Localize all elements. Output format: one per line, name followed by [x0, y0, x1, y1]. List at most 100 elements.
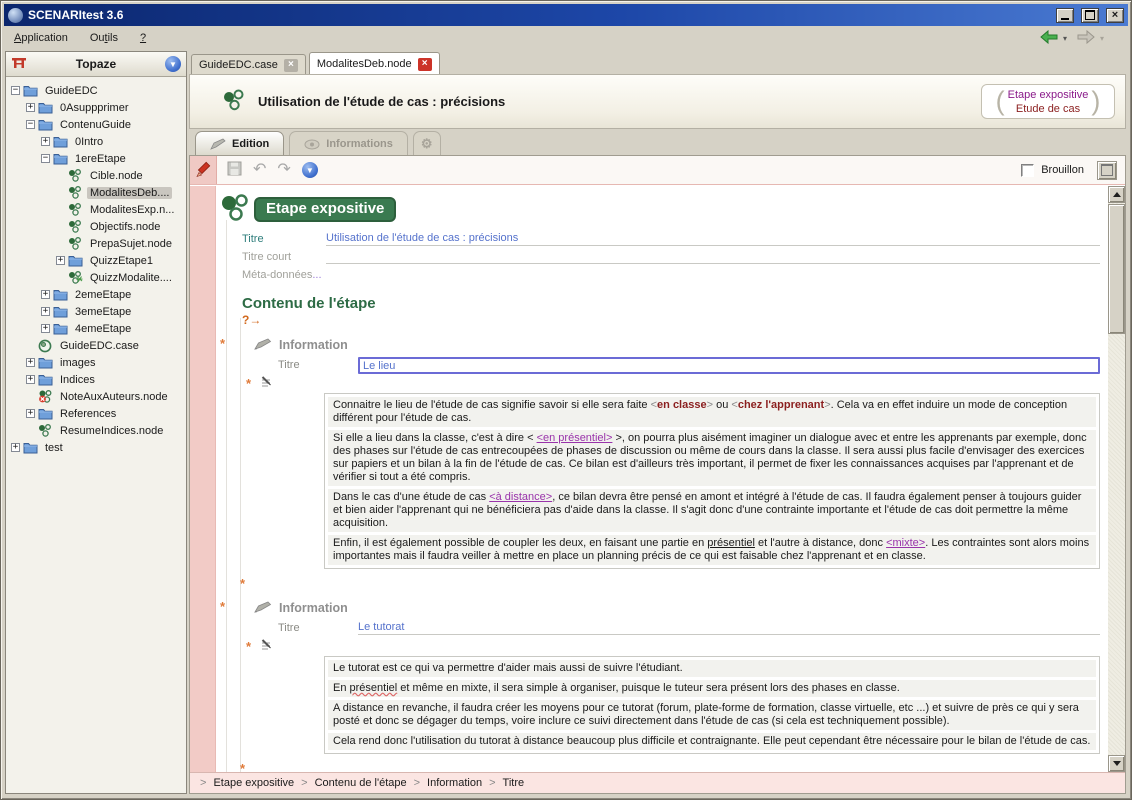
tree-item-quizzmodalite[interactable]: QuizzModalite....	[6, 269, 186, 286]
tree-item-modalitesexp-n[interactable]: ModalitesExp.n...	[6, 201, 186, 218]
tree-item-indices[interactable]: +Indices	[6, 371, 186, 388]
save-button[interactable]	[227, 161, 242, 179]
info-title-row: TitreLe lieu	[278, 355, 1100, 375]
text-segment: En	[333, 682, 350, 694]
tree-expander-icon[interactable]: +	[11, 443, 20, 452]
badge-paren-open: (	[996, 86, 1005, 117]
tree-item-quizzetape1[interactable]: +QuizzEtape1	[6, 252, 186, 269]
tree-item-0asuppprimer[interactable]: +0Asuppprimer	[6, 99, 186, 116]
insert-asterisk-icon[interactable]: *	[240, 576, 1108, 591]
tab-edition[interactable]: Edition	[195, 131, 284, 156]
tree-item-2emeetape[interactable]: +2emeEtape	[6, 286, 186, 303]
info-title-field[interactable]: Le tutorat	[358, 621, 1100, 635]
content-icon-row: *	[246, 375, 1108, 392]
insert-asterisk-icon[interactable]: *	[240, 761, 1108, 772]
forward-button[interactable]	[1077, 30, 1095, 47]
doc-tab-modalitesdeb-node[interactable]: ModalitesDeb.node×	[309, 52, 440, 75]
node-icon	[68, 186, 84, 200]
breadcrumb-item-titre[interactable]: Titre	[503, 777, 525, 789]
node-icon	[68, 203, 84, 217]
tab-settings[interactable]: ⚙	[413, 131, 441, 156]
tree-expander-icon[interactable]: +	[56, 256, 65, 265]
scroll-up-button[interactable]	[1108, 186, 1125, 203]
tree-expander-icon[interactable]: +	[41, 307, 50, 316]
field-titre-value[interactable]: Utilisation de l'étude de cas : précisio…	[326, 232, 1100, 246]
text-segment: A distance en revanche, il faudra créer …	[333, 702, 1079, 727]
info-title-field[interactable]: Le lieu	[358, 357, 1100, 374]
red-pencil-icon	[194, 161, 212, 179]
tree-item-3emeetape[interactable]: +3emeEtape	[6, 303, 186, 320]
back-dropdown-icon[interactable]: ▾	[1063, 34, 1067, 43]
tree-item-test[interactable]: +test	[6, 439, 186, 456]
tab-informations[interactable]: Informations	[289, 131, 408, 156]
tree-item-modalitesdeb[interactable]: ModalitesDeb....	[6, 184, 186, 201]
doc-tab-guideedc-case[interactable]: GuideEDC.case ×	[191, 54, 306, 75]
tree-item-label: References	[57, 408, 119, 420]
menu-outils[interactable]: Outils	[90, 32, 118, 44]
tree-item-1ereetape[interactable]: −1ereEtape	[6, 150, 186, 167]
draft-checkbox[interactable]	[1021, 164, 1034, 177]
tree-item-contenuguide[interactable]: −ContenuGuide	[6, 116, 186, 133]
scroll-down-button[interactable]	[1108, 755, 1125, 772]
tree-expander-icon[interactable]: +	[26, 409, 35, 418]
tree-expander-icon[interactable]: +	[41, 137, 50, 146]
document-title: Utilisation de l'étude de cas : précisio…	[258, 94, 969, 109]
tree-item-images[interactable]: +images	[6, 354, 186, 371]
tree-item-guideedc[interactable]: −GuideEDC	[6, 82, 186, 99]
tree-expander-icon[interactable]: −	[11, 86, 20, 95]
undo-button[interactable]: ↶	[253, 162, 266, 178]
tree-expander-icon[interactable]: +	[26, 358, 35, 367]
info-block-header: Information	[254, 336, 1108, 354]
workspace-menu-button[interactable]: ▼	[165, 56, 181, 72]
tree-item-4emeetape[interactable]: +4emeEtape	[6, 320, 186, 337]
tree-item-references[interactable]: + References	[6, 405, 186, 422]
tree-expander-icon[interactable]: −	[41, 154, 50, 163]
folder-icon	[23, 441, 39, 455]
info-block-kind: Information	[279, 601, 348, 615]
scroll-thumb[interactable]	[1108, 204, 1125, 334]
text-segment: et l'autre à distance, donc	[755, 537, 886, 549]
content-link[interactable]: <en présentiel>	[537, 432, 613, 444]
tree-item-noteauxauteurs-node[interactable]: NoteAuxAuteurs.node	[6, 388, 186, 405]
tab-close-icon[interactable]: ×	[284, 59, 298, 72]
tree-expander-icon[interactable]: −	[26, 120, 35, 129]
tree-item-cible-node[interactable]: Cible.node	[6, 167, 186, 184]
text-content-icon	[259, 639, 273, 654]
back-button[interactable]	[1040, 30, 1058, 47]
tree-expander-icon[interactable]: +	[26, 375, 35, 384]
preview-button[interactable]: ▼	[302, 162, 318, 178]
node-icon	[222, 89, 246, 114]
expand-editor-button[interactable]	[1097, 161, 1117, 180]
paragraph: Cela rend donc l'utilisation du tutorat …	[328, 733, 1096, 750]
tree-expander-icon[interactable]: +	[41, 290, 50, 299]
breadcrumb-item-information[interactable]: Information	[427, 777, 482, 789]
tree-item-prepasujet-node[interactable]: PrepaSujet.node	[6, 235, 186, 252]
menu-application[interactable]: Application	[14, 32, 68, 44]
metadata-expand-link[interactable]: ...	[312, 269, 321, 282]
tree-item-guideedc-case[interactable]: GuideEDC.case	[6, 337, 186, 354]
minimize-button[interactable]	[1056, 8, 1074, 23]
field-titre-court-value[interactable]	[326, 251, 1100, 264]
breadcrumb-item-etape-expositive[interactable]: Etape expositive	[213, 777, 294, 789]
redo-button[interactable]: ↷	[277, 162, 290, 178]
vertical-scrollbar[interactable]	[1108, 186, 1125, 772]
tab-close-icon[interactable]: ×	[418, 58, 432, 71]
content-link[interactable]: <mixte>	[886, 537, 925, 549]
close-button[interactable]: ×	[1106, 8, 1124, 23]
breadcrumb-item-contenu-de-l-tape[interactable]: Contenu de l'étape	[315, 777, 407, 789]
tree-expander-icon[interactable]: +	[26, 103, 35, 112]
tree-item-objectifs-node[interactable]: Objectifs.node	[6, 218, 186, 235]
maximize-button[interactable]	[1081, 8, 1099, 23]
insert-marker-icon[interactable]: ?→	[242, 313, 1108, 328]
info-text-box[interactable]: Le tutorat est ce qui va permettre d'aid…	[324, 656, 1100, 754]
forward-dropdown-icon[interactable]: ▾	[1100, 34, 1104, 43]
info-text-box[interactable]: Connaitre le lieu de l'étude de cas sign…	[324, 393, 1100, 569]
tree-item-resumeindices-node[interactable]: ResumeIndices.node	[6, 422, 186, 439]
editor-area: ↶ ↷ ▼ Brouillon	[189, 155, 1126, 794]
tree-expander-icon[interactable]: +	[41, 324, 50, 333]
content-link[interactable]: <à distance>	[489, 491, 552, 503]
text-segment: Cela rend donc l'utilisation du tutorat …	[333, 735, 1090, 747]
menu-help[interactable]: ?	[140, 32, 146, 44]
doc-tab-label: GuideEDC.case	[199, 59, 278, 71]
tree-item-0intro[interactable]: +0Intro	[6, 133, 186, 150]
